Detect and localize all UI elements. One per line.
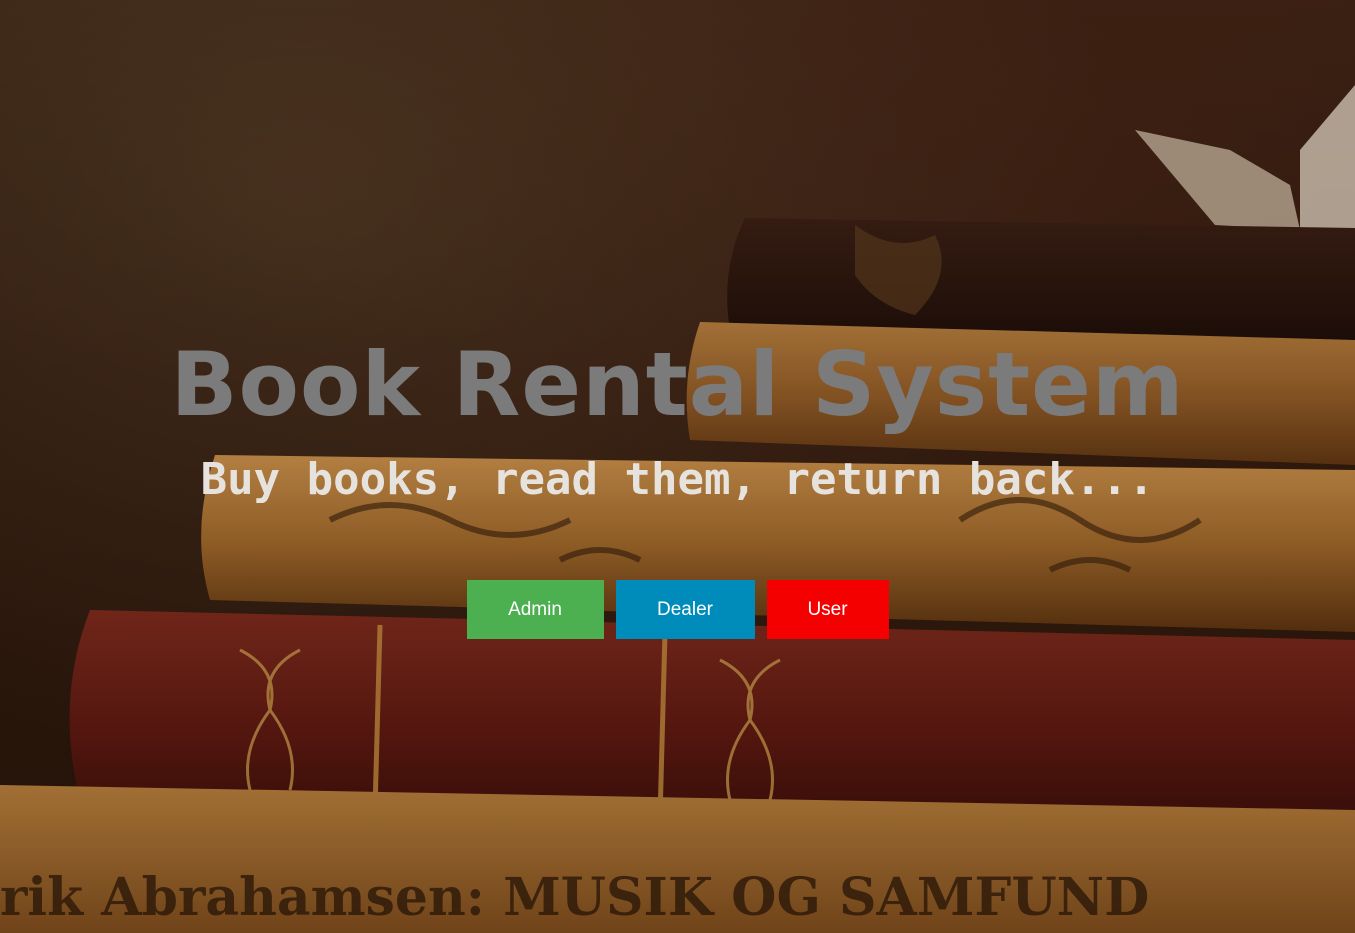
page-title: Book Rental System xyxy=(170,333,1185,436)
role-button-group: Admin Dealer User xyxy=(0,580,1355,639)
tagline: Buy books, read them, return back... xyxy=(200,454,1155,505)
hero-section: rik Abrahamsen: MUSIK OG SAMFUND Book Re… xyxy=(0,0,1355,933)
dealer-button[interactable]: Dealer xyxy=(615,580,755,639)
user-button[interactable]: User xyxy=(766,580,889,639)
admin-button[interactable]: Admin xyxy=(466,580,604,639)
